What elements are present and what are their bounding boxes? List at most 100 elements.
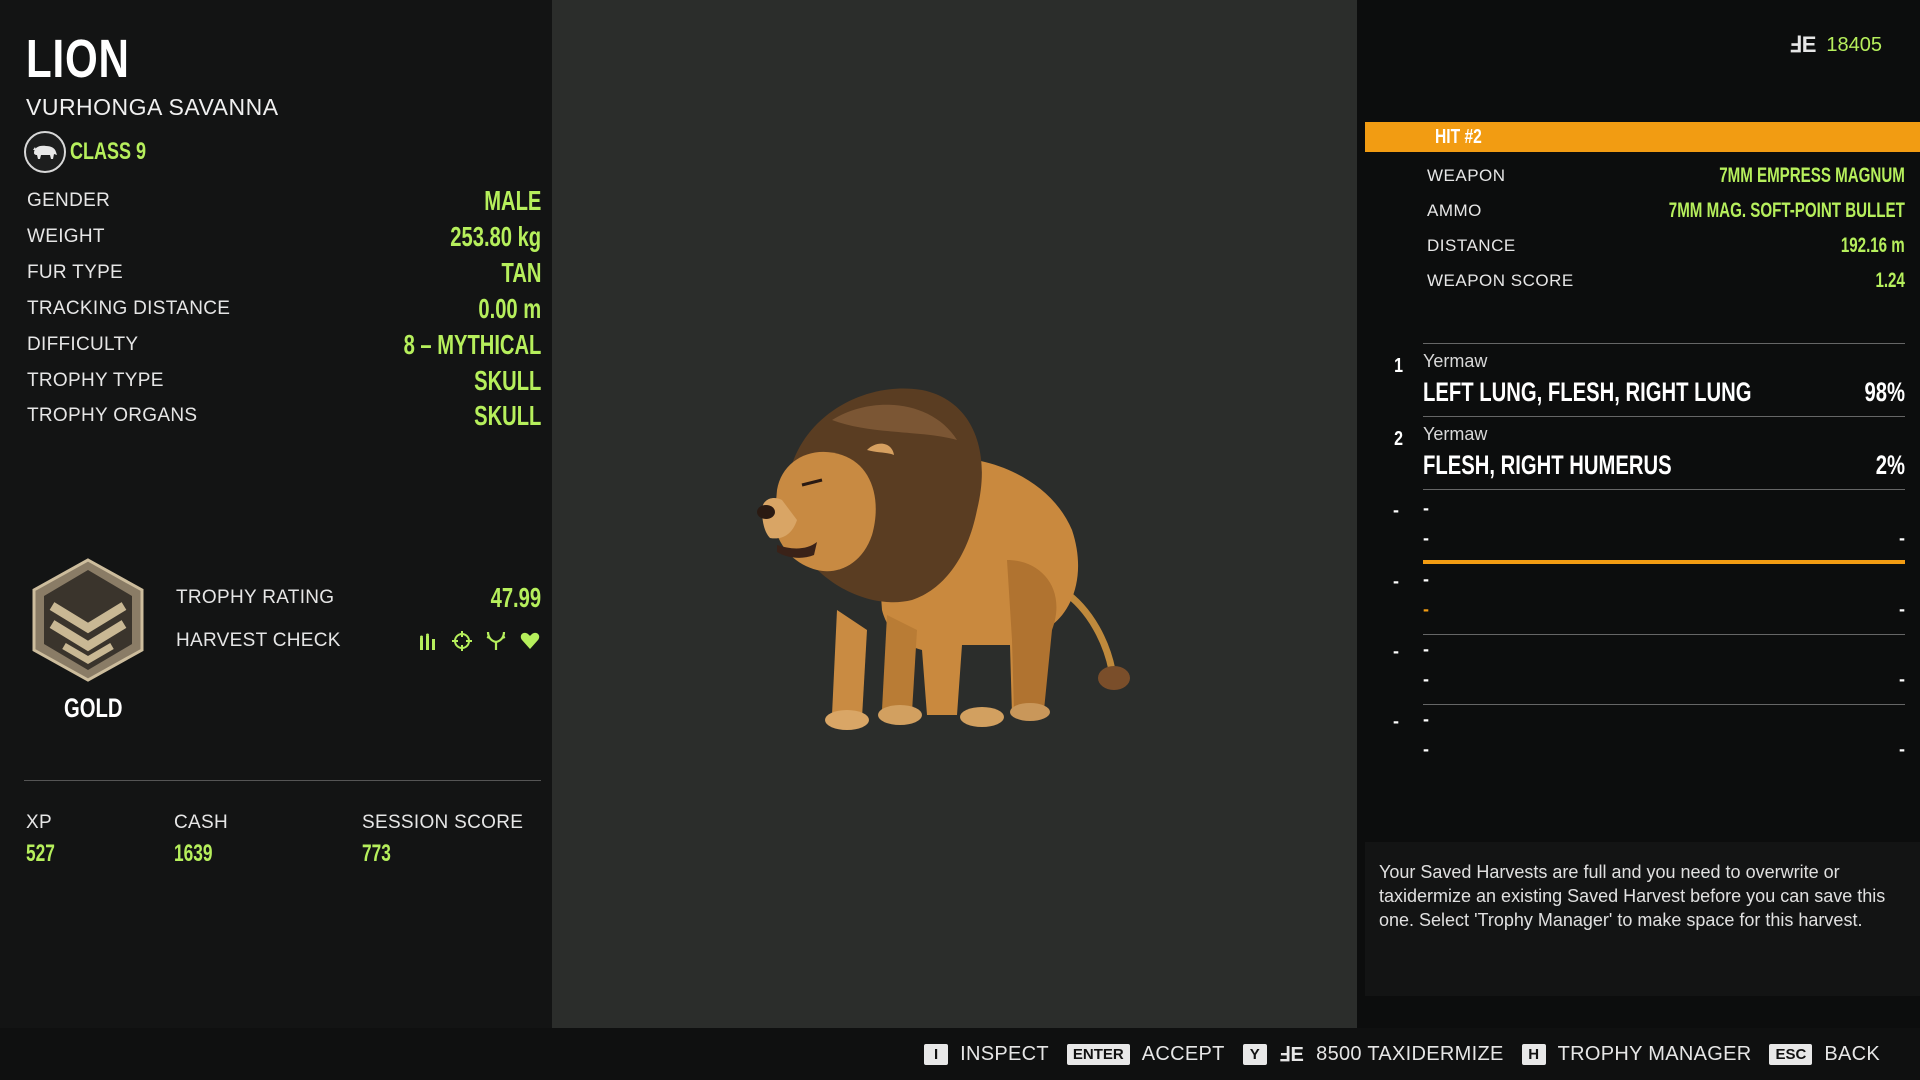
gold-badge-icon xyxy=(32,558,144,682)
animal-name: LION xyxy=(26,29,130,89)
hit-row-label: DISTANCE xyxy=(1427,236,1516,255)
key-hint: ESC xyxy=(1769,1043,1813,1065)
stat-value: 8 – MYTHICAL xyxy=(403,329,541,360)
hit-info-panel: ℲE 18405 HIT #2 WEAPON 7MM EMPRESS MAGNU… xyxy=(1357,0,1920,1028)
buffalo-icon xyxy=(24,131,66,173)
reserve-name: VURHONGA SAVANNA xyxy=(26,94,279,120)
slot-dash: - xyxy=(1393,500,1399,520)
session-score-value: 773 xyxy=(362,840,391,867)
slot-dash: - xyxy=(1423,639,1429,659)
control-label: INSPECT xyxy=(960,1042,1049,1065)
stat-value: TAN xyxy=(501,257,541,288)
antlers-icon xyxy=(486,631,506,650)
stat-weight: WEIGHT 253.80 kg xyxy=(27,220,541,254)
stat-value: MALE xyxy=(483,185,541,216)
hit-result-player: Yermaw xyxy=(1423,351,1488,371)
slot-dash: - xyxy=(1423,669,1429,689)
slot-dash: - xyxy=(1393,641,1399,661)
stat-label: DIFFICULTY xyxy=(27,334,139,355)
hit-result-organs: LEFT LUNG, FLESH, RIGHT LUNG xyxy=(1423,377,1752,407)
ammo-icon xyxy=(420,633,435,650)
slot-dash: - xyxy=(1423,569,1429,589)
empty-hit-slot: - - - - xyxy=(1393,565,1905,635)
slot-dash: - xyxy=(1423,599,1429,619)
stat-value: SKULL xyxy=(473,365,541,396)
slot-dash: - xyxy=(1899,528,1905,548)
slot-dash: - xyxy=(1393,571,1399,591)
slot-dash: - xyxy=(1899,669,1905,689)
accept-button[interactable]: ENTER ACCEPT xyxy=(1066,1042,1225,1066)
xp-label: XP xyxy=(26,812,52,833)
hit-row-value: 7MM MAG. SOFT-POINT BULLET xyxy=(1668,199,1905,222)
heart-icon xyxy=(520,632,540,649)
slot-dash: - xyxy=(1423,709,1429,729)
taxidermize-button[interactable]: Y ℲE 8500 TAXIDERMIZE xyxy=(1242,1042,1504,1067)
trophy-rating-value: 47.99 xyxy=(490,582,541,613)
stat-label: TRACKING DISTANCE xyxy=(27,298,231,319)
hit-row-label: WEAPON SCORE xyxy=(1427,271,1574,290)
slot-dash: - xyxy=(1393,711,1399,731)
control-label: BACK xyxy=(1824,1042,1880,1065)
hit-row-label: WEAPON xyxy=(1427,166,1506,185)
hit-result-player: Yermaw xyxy=(1423,424,1488,444)
inspect-button[interactable]: I INSPECT xyxy=(924,1043,1049,1066)
currency-icon: ℲE xyxy=(1789,32,1817,57)
session-score-label: SESSION SCORE xyxy=(362,812,524,833)
slot-dash: - xyxy=(1899,599,1905,619)
notice-text: Your Saved Harvests are full and you nee… xyxy=(1379,862,1886,930)
hit-weapon-score-row: WEAPON SCORE 1.24 xyxy=(1427,265,1905,297)
key-hint: ENTER xyxy=(1066,1043,1130,1065)
back-button[interactable]: ESC BACK xyxy=(1769,1043,1880,1066)
harvest-check-row: HARVEST CHECK xyxy=(176,623,541,659)
xp-stat: XP 527 xyxy=(26,812,66,868)
trophy-rating-label: TROPHY RATING xyxy=(176,587,335,608)
crosshair-icon xyxy=(452,631,472,651)
currency-display: ℲE 18405 xyxy=(1789,32,1882,58)
class-label: CLASS 9 xyxy=(70,138,147,165)
trophy-manager-button[interactable]: H TROPHY MANAGER xyxy=(1521,1043,1752,1066)
hit-row-value: 192.16 m xyxy=(1841,234,1905,257)
trophy-rating-row: TROPHY RATING 47.99 xyxy=(176,580,541,616)
stat-value: 0.00 m xyxy=(478,293,541,324)
badge-label: GOLD xyxy=(64,693,123,723)
currency-value: 18405 xyxy=(1826,33,1882,56)
hit-result-item[interactable]: 1 Yermaw LEFT LUNG, FLESH, RIGHT LUNG 98… xyxy=(1394,343,1905,417)
control-label: 8500 TAXIDERMIZE xyxy=(1316,1042,1504,1065)
empty-hit-slot: - - - - xyxy=(1393,705,1905,775)
cash-label: CASH xyxy=(174,812,228,833)
stat-label: TROPHY ORGANS xyxy=(27,405,198,426)
empty-hit-slot: - - - - xyxy=(1393,635,1905,705)
slot-dash: - xyxy=(1423,528,1429,548)
session-score-stat: SESSION SCORE 773 xyxy=(362,812,523,868)
slot-dash: - xyxy=(1423,739,1429,759)
slot-dash: - xyxy=(1423,498,1429,518)
stat-gender: GENDER MALE xyxy=(27,184,541,218)
hit-header[interactable]: HIT #2 xyxy=(1365,122,1920,152)
stat-label: TROPHY TYPE xyxy=(27,370,164,391)
hit-ammo-row: AMMO 7MM MAG. SOFT-POINT BULLET xyxy=(1427,195,1905,227)
hit-result-percent: 2% xyxy=(1875,450,1905,480)
hit-row-value: 7MM EMPRESS MAGNUM xyxy=(1719,164,1905,187)
hit-row-label: AMMO xyxy=(1427,201,1482,220)
harvest-icons xyxy=(417,630,541,652)
class-row: CLASS 9 xyxy=(24,130,171,174)
selection-highlight xyxy=(1423,560,1905,564)
key-hint: Y xyxy=(1242,1043,1267,1065)
divider xyxy=(1423,416,1905,417)
hit-weapon-row: WEAPON 7MM EMPRESS MAGNUM xyxy=(1427,160,1905,192)
stat-label: WEIGHT xyxy=(27,226,105,247)
stat-value: SKULL xyxy=(473,400,541,431)
animal-preview[interactable] xyxy=(552,0,1357,1028)
key-hint: I xyxy=(924,1043,949,1065)
xp-value: 527 xyxy=(26,840,55,867)
stat-tracking-distance: TRACKING DISTANCE 0.00 m xyxy=(27,292,541,326)
control-label: ACCEPT xyxy=(1141,1042,1225,1065)
stat-fur-type: FUR TYPE TAN xyxy=(27,256,541,290)
controls-bar: I INSPECT ENTER ACCEPT Y ℲE 8500 TAXIDER… xyxy=(0,1028,1920,1080)
animal-info-panel: LION VURHONGA SAVANNA CLASS 9 GENDER MAL… xyxy=(0,0,552,1028)
lion-model xyxy=(757,388,1130,730)
stat-value: 253.80 kg xyxy=(450,221,541,252)
cash-value: 1639 xyxy=(174,840,213,867)
saved-harvests-notice: Your Saved Harvests are full and you nee… xyxy=(1365,842,1920,996)
hit-result-item[interactable]: 2 Yermaw FLESH, RIGHT HUMERUS 2% xyxy=(1394,416,1905,490)
